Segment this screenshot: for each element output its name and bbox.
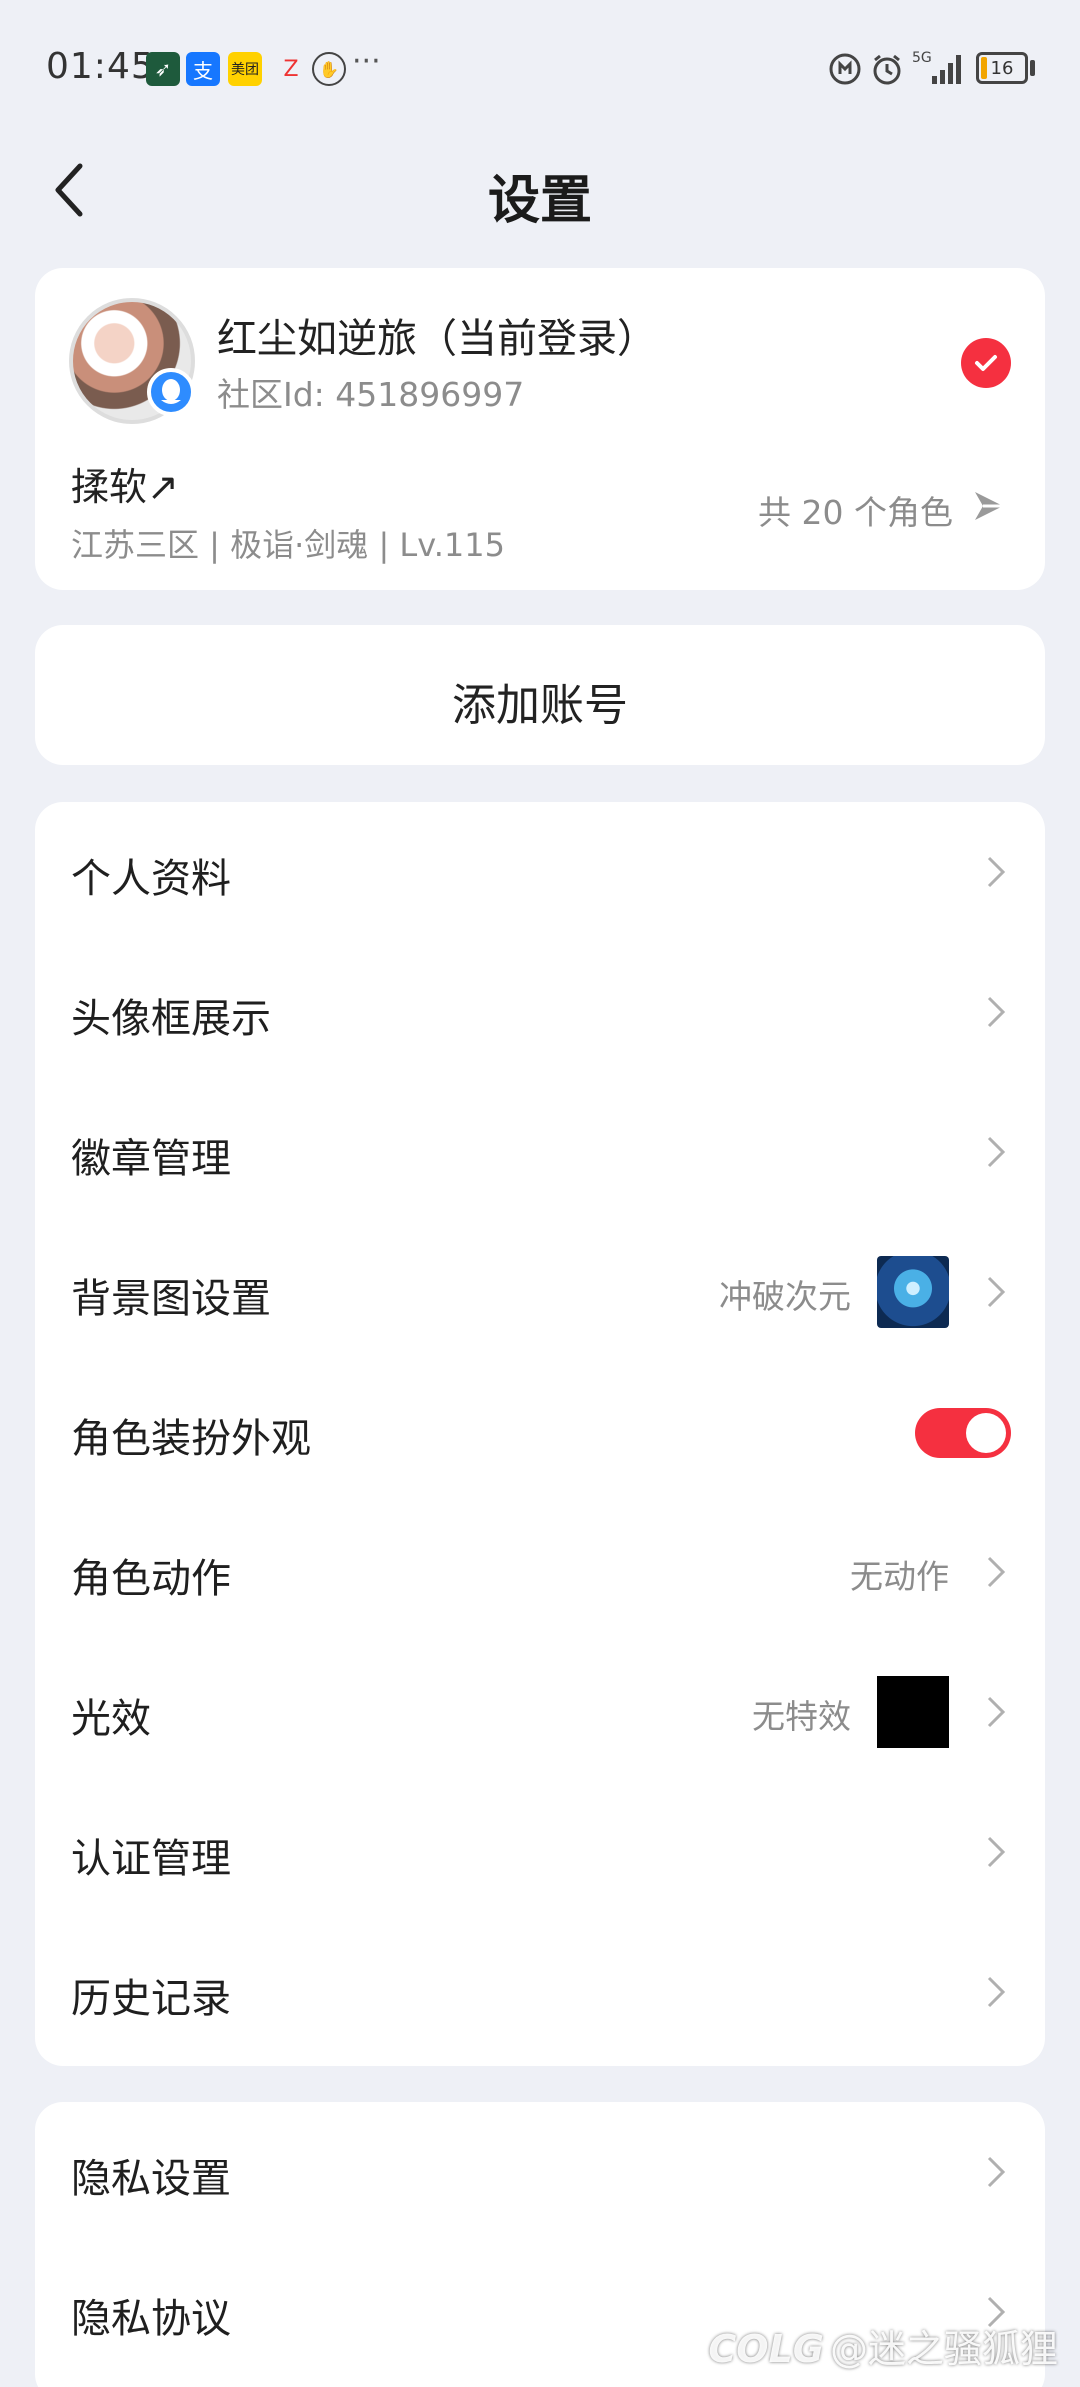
chevron-right-icon: [987, 1976, 1006, 2008]
watermark-text: @迷之骚狐狸: [829, 2327, 1058, 2371]
app-icon: Z: [283, 56, 299, 82]
menu-item-label: 隐私设置: [71, 2156, 231, 2202]
header: 设置: [0, 140, 1080, 240]
costume-appearance-toggle[interactable]: [915, 1408, 1011, 1458]
role-count[interactable]: 共 20 个角色: [758, 486, 953, 534]
selected-check-icon: [961, 338, 1011, 388]
page-title: 设置: [487, 171, 592, 231]
status-time: 01:45: [46, 46, 155, 87]
light-effect-value: 无特效: [752, 1697, 851, 1736]
role-action-value: 无动作: [850, 1557, 949, 1596]
meituan-icon: 美团: [228, 52, 262, 86]
role-detail: 江苏三区 | 极诣·剑魂 | Lv.115: [71, 526, 505, 564]
settings-page: 01:45 ➶ 支 美团 Z ✋ ··· 5G 16 设置 红尘如逆旅（当前登录…: [0, 0, 1080, 2387]
add-account-button[interactable]: 添加账号: [35, 625, 1045, 765]
watermark: COLG @迷之骚狐狸: [708, 2318, 1058, 2373]
menu-item-label: 角色装扮外观: [71, 1416, 311, 1462]
role-name[interactable]: 揉软↗: [71, 456, 179, 511]
menu-item-label: 头像框展示: [71, 996, 271, 1042]
menu-item-label: 角色动作: [71, 1556, 231, 1602]
menu-item-background-setting[interactable]: 背景图设置 冲破次元: [35, 1222, 1045, 1362]
menu-item-role-action[interactable]: 角色动作 无动作: [35, 1502, 1045, 1642]
chevron-right-icon: [987, 1556, 1006, 1588]
background-thumbnail: [877, 1256, 949, 1328]
battery-level: 16: [990, 57, 1014, 79]
light-effect-thumbnail: [877, 1676, 949, 1748]
more-notifications-icon: ···: [352, 44, 381, 79]
menu-item-avatar-frame[interactable]: 头像框展示: [35, 942, 1045, 1082]
community-id: 社区Id: 451896997: [217, 375, 525, 414]
settings-menu: 个人资料 头像框展示 徽章管理 背景图设置 冲破次元 角色装扮外观 角色动作 无…: [35, 802, 1045, 2066]
battery-cap: [1030, 60, 1035, 76]
battery-icon: 16: [976, 52, 1028, 84]
account-name: 红尘如逆旅（当前登录）: [217, 316, 657, 362]
switch-role-icon[interactable]: [967, 484, 1011, 528]
menu-item-label: 个人资料: [71, 856, 231, 902]
signal-icon: [932, 55, 961, 84]
menu-item-label: 光效: [71, 1696, 151, 1742]
chevron-right-icon: [987, 1836, 1006, 1868]
chevron-right-icon: [987, 1136, 1006, 1168]
menu-item-badge-manage[interactable]: 徽章管理: [35, 1082, 1045, 1222]
menu-item-history[interactable]: 历史记录: [35, 1922, 1045, 2062]
qq-badge-icon: [147, 368, 195, 416]
chevron-right-icon: [987, 2156, 1006, 2188]
menu-item-personal-info[interactable]: 个人资料: [35, 802, 1045, 942]
menu-item-certification[interactable]: 认证管理: [35, 1782, 1045, 1922]
menu-item-costume-appearance: 角色装扮外观: [35, 1362, 1045, 1502]
chevron-right-icon: [987, 1696, 1006, 1728]
menu-item-label: 背景图设置: [71, 1276, 271, 1322]
chevron-right-icon: [987, 996, 1006, 1028]
gesture-icon: ✋: [312, 52, 346, 86]
add-account-label: 添加账号: [452, 680, 628, 731]
chevron-right-icon: [987, 856, 1006, 888]
chevron-right-icon: [987, 1276, 1006, 1308]
menu-item-label: 历史记录: [71, 1976, 231, 2022]
network-type-label: 5G: [912, 50, 932, 66]
alarm-icon: [873, 54, 901, 85]
menu-item-label: 徽章管理: [71, 1136, 231, 1182]
menu-item-label: 认证管理: [71, 1836, 231, 1882]
account-card[interactable]: 红尘如逆旅（当前登录） 社区Id: 451896997 揉软↗ 江苏三区 | 极…: [35, 268, 1045, 590]
alipay-icon: 支: [186, 52, 220, 86]
vpn-icon: ➶: [146, 52, 180, 86]
data-saver-icon: [829, 53, 861, 85]
menu-item-label: 隐私协议: [71, 2296, 231, 2342]
menu-item-privacy-setting[interactable]: 隐私设置: [35, 2102, 1045, 2242]
status-bar: 01:45 ➶ 支 美团 Z ✋ ··· 5G 16: [0, 0, 1080, 140]
background-value: 冲破次元: [719, 1277, 851, 1316]
watermark-logo: COLG: [708, 2327, 824, 2371]
toggle-knob: [966, 1413, 1006, 1453]
menu-item-light-effect[interactable]: 光效 无特效: [35, 1642, 1045, 1782]
